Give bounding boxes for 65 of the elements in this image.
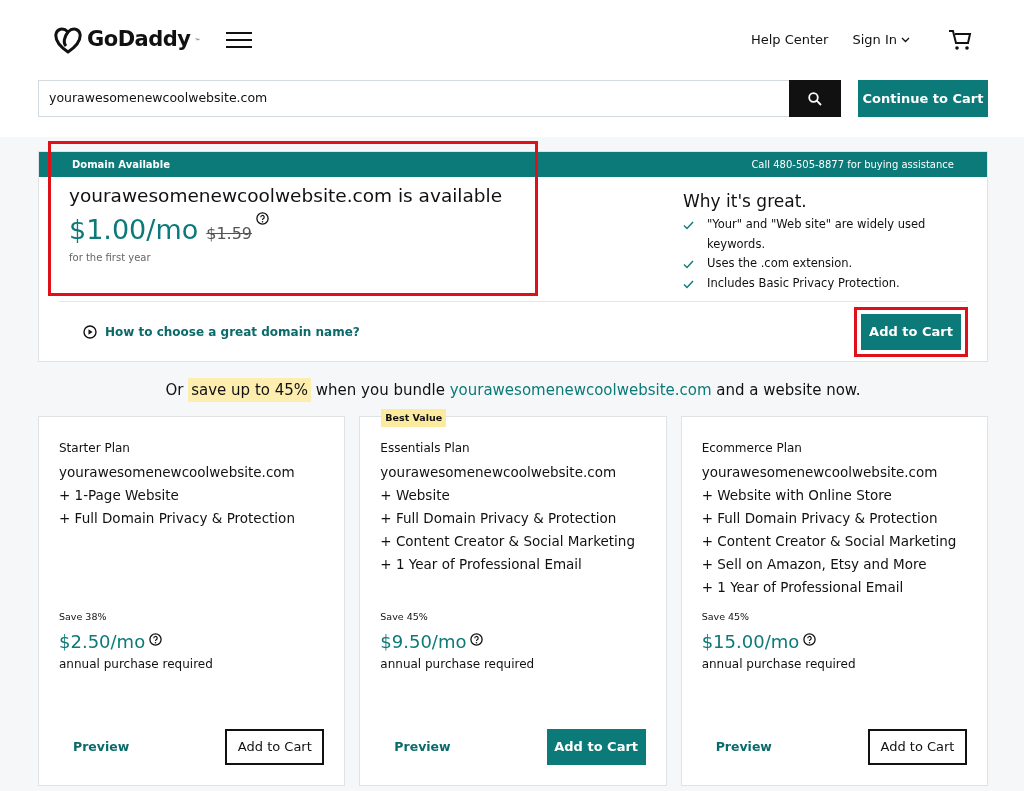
why-title: Why it's great. <box>683 191 808 212</box>
help-icon <box>470 632 484 646</box>
check-icon <box>683 279 694 289</box>
search-button[interactable] <box>789 80 841 117</box>
plan-note: annual purchase required <box>59 655 214 673</box>
plan-name: Starter Plan <box>59 439 131 457</box>
play-icon <box>83 324 97 339</box>
search-field[interactable]: yourawesomenewcoolwebsite.com <box>38 80 789 117</box>
logo-icon[interactable] <box>53 26 83 54</box>
plan-feature: + 1-Page Website <box>59 485 180 505</box>
plan-feature: + Full Domain Privacy & Protection <box>380 508 618 528</box>
plan-feature: + 1 Year of Professional Email <box>701 577 905 597</box>
plan-feature: + Website with Online Store <box>701 485 893 505</box>
plan-note: annual purchase required <box>380 655 536 673</box>
banner-label: Domain Available <box>72 158 170 172</box>
phone-text: Call 480-505-8877 for buying assistance <box>751 158 954 172</box>
add-to-cart-button[interactable]: Add to Cart <box>546 728 646 765</box>
old-price-text: $1.59 <box>206 222 253 245</box>
add-to-cart-button[interactable]: Add to Cart <box>225 728 325 765</box>
save-text: Save 45% <box>701 609 751 624</box>
price-text: $1.00/mo <box>69 212 199 247</box>
price-note: for the first year <box>69 251 152 266</box>
plan-feature: + Full Domain Privacy & Protection <box>59 508 296 528</box>
help-icon <box>256 211 270 225</box>
plan-name: Ecommerce Plan <box>701 439 803 457</box>
check-icon <box>683 260 694 270</box>
plan-note: annual purchase required <box>701 655 857 673</box>
help-icon <box>803 632 817 646</box>
plan-domain: yourawesomenewcoolwebsite.com <box>380 462 618 482</box>
continue-to-cart-button[interactable]: Continue to Cart <box>858 80 988 117</box>
preview-link[interactable]: Preview <box>73 737 130 757</box>
plan-feature: + Sell on Amazon, Etsy and More <box>701 554 928 574</box>
plan-price: $15.00/mo <box>701 629 800 654</box>
sign-in-link[interactable]: Sign In <box>852 30 910 50</box>
plan-feature: + Full Domain Privacy & Protection <box>701 508 939 528</box>
help-video-link[interactable]: How to choose a great domain name? <box>83 322 360 341</box>
logo-text[interactable]: GoDaddy <box>87 24 191 56</box>
plan-domain: yourawesomenewcoolwebsite.com <box>701 462 939 482</box>
plan-feature: + Content Creator & Social Marketing <box>380 531 636 551</box>
plan-feature: + 1 Year of Professional Email <box>380 554 583 574</box>
bundle-text: Or save up to 45% when you bundle yourawesomenewcoolwebsite.com and a website now. <box>38 379 988 402</box>
help-link[interactable]: Help Center <box>750 30 829 50</box>
plan-price: $2.50/mo <box>59 629 146 654</box>
availability-title: yourawesomenewcoolwebsite.com is available <box>69 184 504 208</box>
save-text: Save 45% <box>380 609 429 624</box>
add-to-cart-button[interactable]: Add to Cart <box>861 313 961 350</box>
plan-domain: yourawesomenewcoolwebsite.com <box>59 462 296 482</box>
reason-text: Uses the .com extension. <box>707 255 853 273</box>
search-icon <box>808 91 822 106</box>
check-icon <box>683 221 694 231</box>
add-to-cart-button[interactable]: Add to Cart <box>868 728 967 765</box>
save-text: Save 38% <box>59 609 108 624</box>
plan-feature: + Content Creator & Social Marketing <box>701 531 958 551</box>
cart-icon[interactable] <box>948 29 972 51</box>
plan-feature: + Website <box>380 485 451 505</box>
best-value-badge: Best Value <box>381 408 447 428</box>
chevron-down-icon <box>901 37 910 43</box>
menu-icon[interactable] <box>224 31 253 49</box>
reason-text: "Your" and "Web site" are widely used keywords. <box>707 216 927 253</box>
reason-text: Includes Basic Privacy Protection. <box>707 274 900 292</box>
preview-link[interactable]: Preview <box>715 737 772 757</box>
plan-name: Essentials Plan <box>380 439 471 457</box>
plan-price: $9.50/mo <box>380 629 467 654</box>
help-icon <box>149 632 163 646</box>
preview-link[interactable]: Preview <box>394 737 451 757</box>
